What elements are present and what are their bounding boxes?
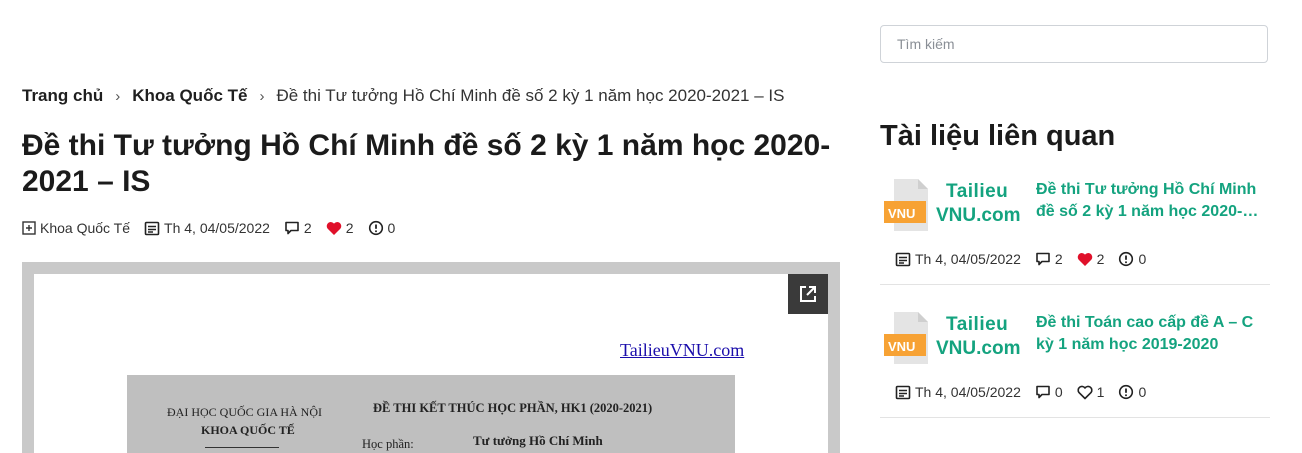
logo-text-top: Tailieu	[946, 314, 1009, 335]
scan-underline	[205, 447, 279, 448]
related-item-date-label: Th 4, 04/05/2022	[915, 384, 1021, 400]
breadcrumb-home-link[interactable]: Trang chủ	[22, 86, 103, 106]
open-external-icon	[800, 286, 816, 302]
divider	[880, 417, 1270, 418]
related-item-reports-count: 0	[1138, 251, 1147, 267]
related-item-date: Th 4, 04/05/2022	[895, 384, 1021, 400]
category-icon	[22, 221, 36, 235]
related-heading: Tài liệu liên quan	[880, 120, 1116, 152]
related-item-comments-count: 0	[1054, 384, 1063, 400]
related-item-reports[interactable]: 0	[1118, 384, 1146, 400]
scan-exam-title: ĐỀ THI KẾT THÚC HỌC PHẦN, HK1 (2020-2021…	[373, 401, 653, 415]
breadcrumb: Trang chủ › Khoa Quốc Tế › Đề thi Tư tưở…	[22, 86, 784, 106]
related-item-likes-count: 2	[1096, 251, 1105, 267]
file-badge-icon	[884, 312, 928, 364]
alert-circle-icon	[368, 220, 383, 236]
post-likes-count: 2	[345, 220, 354, 236]
open-external-button[interactable]	[788, 274, 828, 314]
logo-text-bottom: VNU.com	[936, 338, 1021, 359]
scan-faculty: KHOA QUỐC TẾ	[201, 423, 295, 437]
related-item-comments[interactable]: 0	[1035, 384, 1063, 400]
logo-text-top: Tailieu	[946, 181, 1009, 202]
related-item-title[interactable]: Đề thi Toán cao cấp đề A – C kỳ 1 năm họ…	[1036, 312, 1266, 356]
post-reports-count: 0	[387, 220, 396, 236]
post-reports[interactable]: 0	[368, 220, 396, 236]
breadcrumb-current: Đề thi Tư tưởng Hồ Chí Minh đề số 2 kỳ 1…	[276, 86, 785, 105]
tailieuvnu-logo: VNU Tailieu VNU.com	[880, 312, 1030, 368]
post-comments[interactable]: 2	[284, 220, 312, 236]
related-item-likes-count: 1	[1096, 384, 1105, 400]
related-item-title[interactable]: Đề thi Tư tưởng Hồ Chí Minh đề số 2 kỳ 1…	[1036, 179, 1266, 223]
post-comments-count: 2	[303, 220, 312, 236]
post-meta: Khoa Quốc Tế Th 4, 04/05/2022 2 2 0	[22, 220, 409, 236]
search-input[interactable]	[881, 26, 1267, 62]
related-item-date: Th 4, 04/05/2022	[895, 251, 1021, 267]
related-item-likes[interactable]: 2	[1077, 251, 1105, 267]
heart-outline-icon	[1077, 385, 1093, 399]
calendar-icon	[895, 252, 911, 267]
heart-filled-icon	[326, 221, 341, 235]
related-item-likes[interactable]: 1	[1077, 384, 1105, 400]
page-title: Đề thi Tư tưởng Hồ Chí Minh đề số 2 kỳ 1…	[22, 129, 831, 198]
scan-subject: Tư tưởng Hồ Chí Minh	[473, 433, 603, 448]
divider	[880, 284, 1270, 285]
post-category-label: Khoa Quốc Tế	[40, 220, 131, 236]
chevron-right-icon: ›	[259, 87, 265, 105]
tailieuvnu-logo: VNU Tailieu VNU.com	[880, 179, 1030, 235]
search-box[interactable]	[880, 25, 1268, 63]
alert-circle-icon	[1119, 251, 1134, 267]
related-item-comments-count: 2	[1054, 251, 1063, 267]
related-item-comments[interactable]: 2	[1035, 251, 1063, 267]
alert-circle-icon	[1119, 384, 1134, 400]
calendar-icon	[895, 385, 911, 400]
document-source-link[interactable]: TailieuVNU.com	[620, 340, 744, 361]
logo-text-bottom: VNU.com	[936, 205, 1021, 226]
comment-icon	[1036, 252, 1050, 266]
logo-badge-text: VNU	[888, 339, 916, 354]
comment-icon	[1036, 385, 1050, 399]
comment-icon	[285, 221, 299, 235]
related-item-date-label: Th 4, 04/05/2022	[915, 251, 1021, 267]
post-date-label: Th 4, 04/05/2022	[164, 220, 270, 236]
post-likes[interactable]: 2	[326, 220, 354, 236]
breadcrumb-category-link[interactable]: Khoa Quốc Tế	[132, 86, 247, 106]
related-item-reports[interactable]: 0	[1118, 251, 1146, 267]
document-page: TailieuVNU.com ĐẠI HỌC QUỐC GIA HÀ NỘI K…	[34, 274, 828, 453]
related-item-reports-count: 0	[1138, 384, 1147, 400]
scan-subject-label: Học phần:	[362, 437, 414, 451]
scan-university: ĐẠI HỌC QUỐC GIA HÀ NỘI	[167, 405, 322, 419]
chevron-right-icon: ›	[115, 87, 121, 105]
heart-filled-icon	[1077, 252, 1092, 266]
related-item-meta: Th 4, 04/05/2022 0 1 0	[895, 384, 1160, 400]
logo-badge-text: VNU	[888, 206, 916, 221]
post-category[interactable]: Khoa Quốc Tế	[22, 220, 130, 236]
scanned-exam-image: ĐẠI HỌC QUỐC GIA HÀ NỘI KHOA QUỐC TẾ ĐỀ …	[127, 375, 735, 453]
document-viewer[interactable]: TailieuVNU.com ĐẠI HỌC QUỐC GIA HÀ NỘI K…	[22, 262, 840, 453]
related-item-meta: Th 4, 04/05/2022 2 2 0	[895, 251, 1160, 267]
file-badge-icon	[884, 179, 928, 231]
calendar-icon	[144, 221, 160, 236]
post-date: Th 4, 04/05/2022	[144, 220, 270, 236]
